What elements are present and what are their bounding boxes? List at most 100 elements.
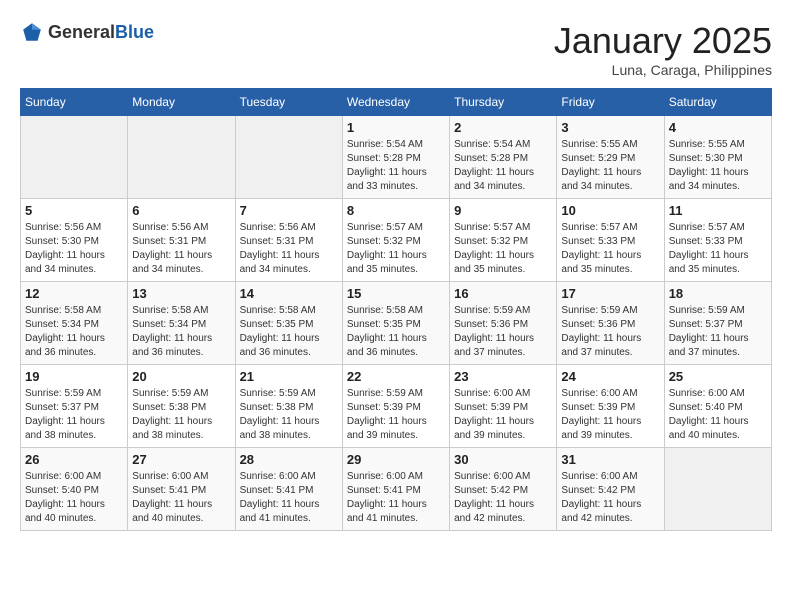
calendar-day-cell: 16Sunrise: 5:59 AM Sunset: 5:36 PM Dayli… xyxy=(450,282,557,365)
day-number: 5 xyxy=(25,203,123,218)
day-info: Sunrise: 6:00 AM Sunset: 5:40 PM Dayligh… xyxy=(25,470,123,526)
calendar-day-cell: 30 Sunrise: 6:00 AM Sunset: 5:42 PM Dayli… xyxy=(450,448,557,531)
day-info: Sunrise: 6:00 AM Sunset: 5:41 PM Dayligh… xyxy=(240,470,338,526)
day-number: 22 xyxy=(347,369,445,384)
calendar-day-cell: 9 Sunrise: 5:57 AM Sunset: 5:32 PM Daylig… xyxy=(450,199,557,282)
calendar-day-cell: 31 Sunrise: 6:00 AM Sunset: 5:42 PM Dayli… xyxy=(557,448,664,531)
day-number: 9 xyxy=(454,203,552,218)
weekday-header-row: SundayMondayTuesdayWednesdayThursdayFrid… xyxy=(21,89,772,116)
day-info: Sunrise: 6:00 AM Sunset: 5:39 PM Dayligh… xyxy=(454,387,552,443)
day-info: Sunrise: 6:00 AM Sunset: 5:41 PM Dayligh… xyxy=(132,470,230,526)
calendar-day-cell: 12 Sunrise: 5:58 AM Sunset: 5:34 PM Dayli… xyxy=(21,282,128,365)
calendar-day-cell: 15Sunrise: 5:58 AM Sunset: 5:35 PM Dayli… xyxy=(342,282,449,365)
calendar-day-cell: 2 Sunrise: 5:54 AM Sunset: 5:28 PM Daylig… xyxy=(450,116,557,199)
day-info: Sunrise: 6:00 AM Sunset: 5:40 PM Dayligh… xyxy=(669,387,767,443)
calendar-day-cell: 6 Sunrise: 5:56 AM Sunset: 5:31 PM Daylig… xyxy=(128,199,235,282)
weekday-header: Saturday xyxy=(664,89,771,116)
calendar-day-cell: 11Sunrise: 5:57 AM Sunset: 5:33 PM Dayli… xyxy=(664,199,771,282)
logo-text-blue: Blue xyxy=(115,22,154,42)
weekday-header: Monday xyxy=(128,89,235,116)
day-info: Sunrise: 5:57 AM Sunset: 5:32 PM Dayligh… xyxy=(454,221,552,277)
day-info: Sunrise: 5:57 AM Sunset: 5:33 PM Dayligh… xyxy=(669,221,767,277)
calendar-week-row: 19 Sunrise: 5:59 AM Sunset: 5:37 PM Dayli… xyxy=(21,365,772,448)
weekday-header: Thursday xyxy=(450,89,557,116)
day-number: 19 xyxy=(25,369,123,384)
day-info: Sunrise: 5:58 AM Sunset: 5:34 PM Dayligh… xyxy=(25,304,123,360)
calendar-week-row: 5Sunrise: 5:56 AM Sunset: 5:30 PM Daylig… xyxy=(21,199,772,282)
day-number: 7 xyxy=(240,203,338,218)
day-number: 30 xyxy=(454,452,552,467)
calendar-day-cell: 5Sunrise: 5:56 AM Sunset: 5:30 PM Daylig… xyxy=(21,199,128,282)
logo-text-general: General xyxy=(48,22,115,42)
calendar-day-cell: 23 Sunrise: 6:00 AM Sunset: 5:39 PM Dayli… xyxy=(450,365,557,448)
calendar-day-cell: 17 Sunrise: 5:59 AM Sunset: 5:36 PM Dayli… xyxy=(557,282,664,365)
weekday-header: Sunday xyxy=(21,89,128,116)
day-info: Sunrise: 5:59 AM Sunset: 5:36 PM Dayligh… xyxy=(454,304,552,360)
calendar-day-cell: 4Sunrise: 5:55 AM Sunset: 5:30 PM Daylig… xyxy=(664,116,771,199)
day-info: Sunrise: 5:54 AM Sunset: 5:28 PM Dayligh… xyxy=(454,138,552,194)
day-info: Sunrise: 5:59 AM Sunset: 5:38 PM Dayligh… xyxy=(240,387,338,443)
calendar-day-cell: 20Sunrise: 5:59 AM Sunset: 5:38 PM Dayli… xyxy=(128,365,235,448)
calendar-week-row: 26 Sunrise: 6:00 AM Sunset: 5:40 PM Dayli… xyxy=(21,448,772,531)
calendar-day-cell: 13Sunrise: 5:58 AM Sunset: 5:34 PM Dayli… xyxy=(128,282,235,365)
calendar-week-row: 1 Sunrise: 5:54 AM Sunset: 5:28 PM Daylig… xyxy=(21,116,772,199)
day-number: 6 xyxy=(132,203,230,218)
day-number: 27 xyxy=(132,452,230,467)
calendar-week-row: 12 Sunrise: 5:58 AM Sunset: 5:34 PM Dayli… xyxy=(21,282,772,365)
day-number: 23 xyxy=(454,369,552,384)
day-info: Sunrise: 5:58 AM Sunset: 5:35 PM Dayligh… xyxy=(240,304,338,360)
calendar-day-cell xyxy=(235,116,342,199)
calendar-day-cell: 24 Sunrise: 6:00 AM Sunset: 5:39 PM Dayli… xyxy=(557,365,664,448)
day-info: Sunrise: 5:57 AM Sunset: 5:33 PM Dayligh… xyxy=(561,221,659,277)
day-info: Sunrise: 5:59 AM Sunset: 5:36 PM Dayligh… xyxy=(561,304,659,360)
day-number: 31 xyxy=(561,452,659,467)
calendar-day-cell xyxy=(128,116,235,199)
day-number: 25 xyxy=(669,369,767,384)
day-number: 28 xyxy=(240,452,338,467)
calendar-day-cell: 18 Sunrise: 5:59 AM Sunset: 5:37 PM Dayli… xyxy=(664,282,771,365)
day-number: 8 xyxy=(347,203,445,218)
day-info: Sunrise: 6:00 AM Sunset: 5:42 PM Dayligh… xyxy=(561,470,659,526)
calendar-day-cell xyxy=(21,116,128,199)
day-info: Sunrise: 6:00 AM Sunset: 5:42 PM Dayligh… xyxy=(454,470,552,526)
day-number: 24 xyxy=(561,369,659,384)
day-info: Sunrise: 5:56 AM Sunset: 5:31 PM Dayligh… xyxy=(132,221,230,277)
logo: GeneralBlue xyxy=(20,20,154,44)
calendar-day-cell: 22 Sunrise: 5:59 AM Sunset: 5:39 PM Dayli… xyxy=(342,365,449,448)
day-number: 14 xyxy=(240,286,338,301)
day-info: Sunrise: 5:54 AM Sunset: 5:28 PM Dayligh… xyxy=(347,138,445,194)
day-info: Sunrise: 5:57 AM Sunset: 5:32 PM Dayligh… xyxy=(347,221,445,277)
calendar-day-cell xyxy=(664,448,771,531)
weekday-header: Tuesday xyxy=(235,89,342,116)
calendar-day-cell: 14 Sunrise: 5:58 AM Sunset: 5:35 PM Dayli… xyxy=(235,282,342,365)
day-number: 18 xyxy=(669,286,767,301)
calendar-day-cell: 8 Sunrise: 5:57 AM Sunset: 5:32 PM Daylig… xyxy=(342,199,449,282)
day-info: Sunrise: 5:58 AM Sunset: 5:34 PM Dayligh… xyxy=(132,304,230,360)
logo-icon xyxy=(20,20,44,44)
day-number: 2 xyxy=(454,120,552,135)
day-number: 17 xyxy=(561,286,659,301)
day-number: 21 xyxy=(240,369,338,384)
day-info: Sunrise: 6:00 AM Sunset: 5:41 PM Dayligh… xyxy=(347,470,445,526)
day-info: Sunrise: 6:00 AM Sunset: 5:39 PM Dayligh… xyxy=(561,387,659,443)
day-number: 12 xyxy=(25,286,123,301)
weekday-header: Friday xyxy=(557,89,664,116)
day-info: Sunrise: 5:59 AM Sunset: 5:39 PM Dayligh… xyxy=(347,387,445,443)
location: Luna, Caraga, Philippines xyxy=(554,62,772,78)
day-number: 1 xyxy=(347,120,445,135)
day-number: 26 xyxy=(25,452,123,467)
day-info: Sunrise: 5:59 AM Sunset: 5:37 PM Dayligh… xyxy=(25,387,123,443)
page-header: GeneralBlue January 2025 Luna, Caraga, P… xyxy=(20,20,772,78)
calendar-day-cell: 26 Sunrise: 6:00 AM Sunset: 5:40 PM Dayli… xyxy=(21,448,128,531)
day-info: Sunrise: 5:59 AM Sunset: 5:38 PM Dayligh… xyxy=(132,387,230,443)
day-info: Sunrise: 5:59 AM Sunset: 5:37 PM Dayligh… xyxy=(669,304,767,360)
day-number: 3 xyxy=(561,120,659,135)
calendar-day-cell: 19 Sunrise: 5:59 AM Sunset: 5:37 PM Dayli… xyxy=(21,365,128,448)
calendar-day-cell: 21 Sunrise: 5:59 AM Sunset: 5:38 PM Dayli… xyxy=(235,365,342,448)
day-number: 15 xyxy=(347,286,445,301)
calendar-day-cell: 3Sunrise: 5:55 AM Sunset: 5:29 PM Daylig… xyxy=(557,116,664,199)
day-number: 4 xyxy=(669,120,767,135)
calendar-day-cell: 25 Sunrise: 6:00 AM Sunset: 5:40 PM Dayli… xyxy=(664,365,771,448)
title-block: January 2025 Luna, Caraga, Philippines xyxy=(554,20,772,78)
calendar-day-cell: 1 Sunrise: 5:54 AM Sunset: 5:28 PM Daylig… xyxy=(342,116,449,199)
